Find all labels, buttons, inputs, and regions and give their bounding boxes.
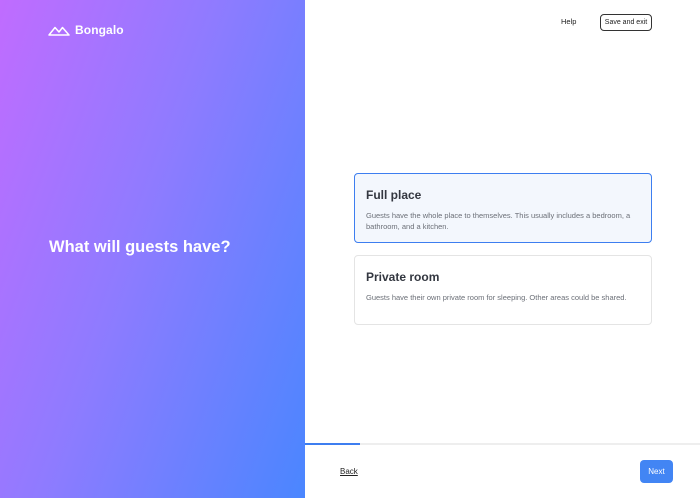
next-button[interactable]: Next: [640, 460, 673, 483]
mountains-logo-icon: [48, 26, 70, 36]
option-description: Guests have the whole place to themselve…: [366, 211, 631, 231]
right-form-panel: Help Save and exit Full place Guests hav…: [305, 0, 700, 498]
help-link[interactable]: Help: [561, 17, 576, 26]
back-link[interactable]: Back: [340, 467, 358, 476]
brand-logo[interactable]: Bongalo: [48, 23, 124, 37]
progress-fill: [305, 443, 361, 445]
option-card-full-place[interactable]: Full place Guests have the whole place t…: [354, 173, 652, 243]
option-title: Private room: [366, 270, 440, 284]
left-hero-panel: Bongalo What will guests have?: [0, 0, 305, 498]
option-description: Guests have their own private room for s…: [366, 293, 627, 302]
brand-name: Bongalo: [75, 23, 124, 37]
save-and-exit-button[interactable]: Save and exit: [600, 14, 652, 31]
progress-bar: [305, 443, 700, 445]
page-headline: What will guests have?: [49, 238, 231, 256]
option-title: Full place: [366, 188, 422, 202]
option-card-private-room[interactable]: Private room Guests have their own priva…: [354, 255, 652, 325]
